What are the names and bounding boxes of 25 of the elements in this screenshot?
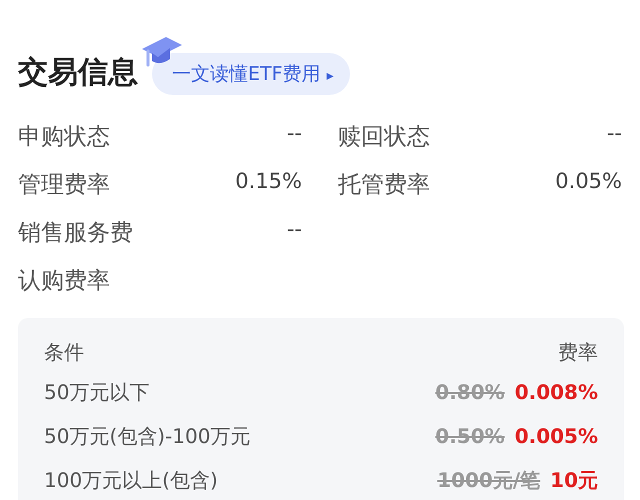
condition-text: 50万元以下 <box>44 378 150 406</box>
field-label: 销售服务费 <box>18 218 133 248</box>
field-value: -- <box>286 120 302 146</box>
graduation-cap-icon <box>140 35 184 69</box>
field-label: 赎回状态 <box>338 122 430 152</box>
column-header: 条件 <box>44 338 84 366</box>
field-value: 0.05% <box>555 168 622 194</box>
condition-text: 100万元以上(包含) <box>44 466 218 494</box>
original-fee: 1000元/笔 <box>437 466 540 494</box>
field-label: 申购状态 <box>18 122 110 152</box>
field-value: 0.15% <box>235 168 302 194</box>
field-label: 托管费率 <box>338 170 430 200</box>
section-title: 交易信息 <box>18 54 138 92</box>
field-label: 管理费率 <box>18 170 110 200</box>
original-fee: 0.80% <box>435 380 505 404</box>
discounted-fee: 10元 <box>550 466 598 494</box>
condition-text: 50万元(包含)-100万元 <box>44 422 250 450</box>
guide-link[interactable]: 一文读懂ETF费用 ▸ <box>152 53 350 95</box>
discounted-fee: 0.005% <box>514 424 598 448</box>
field-value: -- <box>286 216 302 242</box>
field-label: 认购费率 <box>18 266 110 296</box>
original-fee: 0.50% <box>435 424 505 448</box>
discounted-fee: 0.008% <box>514 380 598 404</box>
column-header: 费率 <box>558 338 598 366</box>
field-value: -- <box>606 120 622 146</box>
